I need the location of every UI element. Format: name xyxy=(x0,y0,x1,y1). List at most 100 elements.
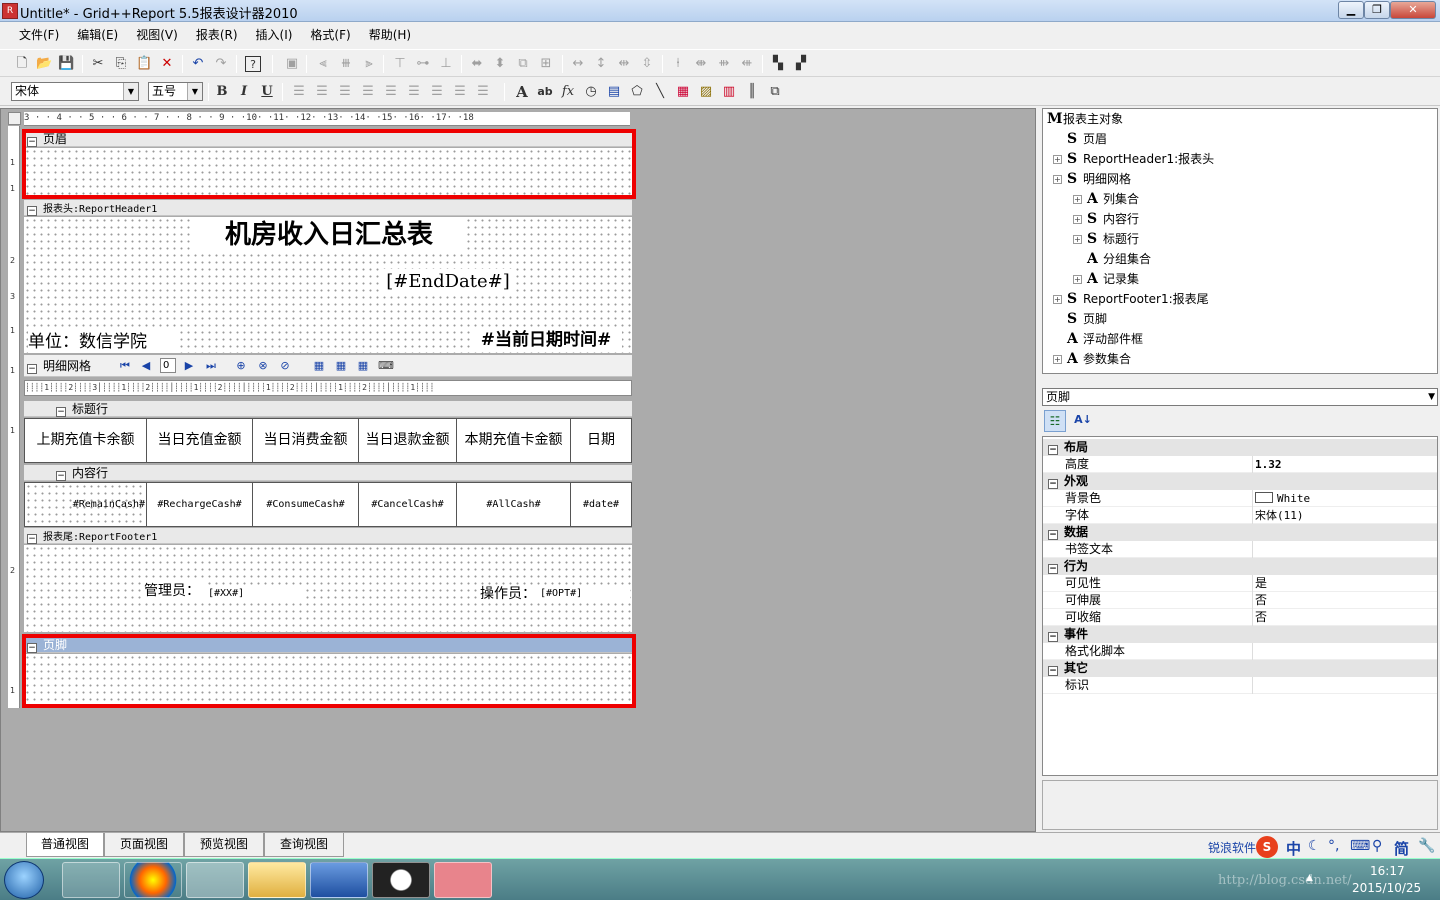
tab-query-view[interactable]: 查询视图 xyxy=(264,833,344,857)
line-icon[interactable]: ╲ xyxy=(652,84,668,100)
expand-icon[interactable]: + xyxy=(1053,355,1062,364)
grid-tool-6-icon[interactable]: ▦ xyxy=(356,359,370,373)
report-footer-band[interactable]: 管理员： [#XX#] 操作员： [#OPT#] xyxy=(24,545,632,632)
property-value[interactable]: 宋体(11) xyxy=(1252,507,1437,524)
menu-help[interactable]: 帮助(H) xyxy=(360,23,420,47)
collapse-icon[interactable]: − xyxy=(1048,530,1058,540)
keyboard-icon[interactable]: ⌨ xyxy=(1350,838,1370,854)
title-row-band-title[interactable]: − 标题行 xyxy=(24,401,632,417)
sort-az-icon[interactable]: A↓ xyxy=(1072,410,1094,432)
report-footer-band-title[interactable]: − 报表尾:ReportFooter1 xyxy=(24,528,632,544)
picture-icon[interactable]: ▨ xyxy=(698,84,714,100)
tab-page-view[interactable]: 页面视图 xyxy=(104,833,184,857)
expand-icon[interactable]: + xyxy=(1073,275,1082,284)
expand-icon[interactable]: + xyxy=(1073,195,1082,204)
send-to-back-icon[interactable]: ▞ xyxy=(793,56,809,72)
cell-all-cash[interactable]: #AllCash# xyxy=(457,483,571,526)
text-justify-icon[interactable]: ☰ xyxy=(429,84,445,100)
report-header-band-title[interactable]: − 报表头:ReportHeader1 xyxy=(24,200,632,216)
tab-preview-view[interactable]: 预览视图 xyxy=(184,833,264,857)
menu-format[interactable]: 格式(F) xyxy=(301,23,359,47)
property-row[interactable]: 格式化脚本 xyxy=(1043,643,1437,660)
operator-field[interactable]: [#OPT#] xyxy=(540,585,630,603)
property-category[interactable]: − 行为 xyxy=(1043,558,1437,575)
property-row[interactable]: 可伸展 否 xyxy=(1043,592,1437,609)
font-size-select[interactable]: 五号 ▼ xyxy=(148,82,203,101)
property-value[interactable]: 1.32 xyxy=(1252,456,1437,473)
task-word-icon[interactable] xyxy=(310,862,368,898)
cell-recharge-cash[interactable]: #RechargeCash# xyxy=(147,483,253,526)
center-h-icon[interactable]: ⍿ xyxy=(670,56,686,72)
report-header-band[interactable]: 机房收入日汇总表 [#EndDate#] 单位：数信学院 #当前日期时间# xyxy=(24,217,632,353)
content-row-band-title[interactable]: − 内容行 xyxy=(24,465,632,481)
grid-tool-2-icon[interactable]: ⊗ xyxy=(256,359,270,373)
new-file-icon[interactable]: 🗋 xyxy=(14,56,30,72)
property-value[interactable]: 是 xyxy=(1252,575,1437,592)
task-picasa-icon[interactable] xyxy=(124,862,182,898)
page-number-input[interactable]: 0 xyxy=(160,358,176,373)
bold-button[interactable]: B xyxy=(214,84,230,100)
align-left-icon[interactable]: ⫷ xyxy=(315,56,331,72)
first-page-icon[interactable]: ⏮ xyxy=(118,359,132,373)
italic-button[interactable]: I xyxy=(236,84,252,100)
operator-label[interactable]: 操作员： xyxy=(480,585,540,603)
tree-item[interactable]: + S 明细网格 xyxy=(1053,172,1131,186)
categorized-view-icon[interactable]: ☷ xyxy=(1044,410,1066,432)
same-width-icon[interactable]: ⬌ xyxy=(469,56,485,72)
object-select[interactable]: 页脚 ▼ xyxy=(1042,388,1438,406)
property-row[interactable]: 可见性 是 xyxy=(1043,575,1437,592)
column-header-2[interactable]: 当日充值金额 xyxy=(147,419,253,462)
page-footer-band-title[interactable]: − 页脚 xyxy=(24,637,632,653)
minimize-button[interactable]: ▁ xyxy=(1338,1,1364,19)
cell-consume-cash[interactable]: #ConsumeCash# xyxy=(253,483,359,526)
tree-item[interactable]: + S 内容行 xyxy=(1073,212,1139,226)
task-report-icon[interactable] xyxy=(186,862,244,898)
property-category[interactable]: − 数据 xyxy=(1043,524,1437,541)
align-bottom-icon[interactable]: ⊥ xyxy=(438,56,454,72)
ime-mode[interactable]: 中 xyxy=(1286,838,1301,859)
page-header-band-title[interactable]: − 页眉 xyxy=(24,131,632,147)
cut-icon[interactable]: ✂ xyxy=(90,56,106,72)
collapse-icon[interactable]: − xyxy=(1048,445,1058,455)
h-equal-icon[interactable]: ⇹ xyxy=(616,56,632,72)
v-equal-icon[interactable]: ⇳ xyxy=(639,56,655,72)
center-both-icon[interactable]: ⇻ xyxy=(716,56,732,72)
underline-button[interactable]: U xyxy=(259,84,275,100)
center-v-icon[interactable]: ⇼ xyxy=(693,56,709,72)
search-icon[interactable]: ⚲ xyxy=(1372,838,1382,854)
collapse-icon[interactable]: − xyxy=(1048,666,1058,676)
text-align-center-icon[interactable]: ☰ xyxy=(314,84,330,100)
text-valign-top-icon[interactable]: ☰ xyxy=(360,84,376,100)
unit-label[interactable]: 单位：数信学院 xyxy=(28,331,178,353)
clock-date[interactable]: 2015/10/25 xyxy=(1352,881,1421,895)
column-header-4[interactable]: 当日退款金额 xyxy=(359,419,457,462)
paste-icon[interactable]: 📋 xyxy=(136,56,152,72)
menu-insert[interactable]: 插入(I) xyxy=(247,23,302,47)
tree-item[interactable]: + A 参数集合 xyxy=(1053,352,1131,366)
align-top-icon[interactable]: ⊤ xyxy=(392,56,408,72)
content-row[interactable]: #RemainCash# #RechargeCash# #ConsumeCash… xyxy=(24,482,632,527)
task-clock-icon[interactable] xyxy=(372,862,430,898)
grid-tool-1-icon[interactable]: ⊕ xyxy=(234,359,248,373)
column-header-5[interactable]: 本期充值卡金额 xyxy=(457,419,571,462)
save-icon[interactable]: 💾 xyxy=(58,56,74,72)
property-value[interactable]: White xyxy=(1252,490,1437,507)
align-center-icon[interactable]: ⧻ xyxy=(338,56,354,72)
title-row[interactable]: 上期充值卡余额 当日充值金额 当日消费金额 当日退款金额 本期充值卡金额 日期 xyxy=(24,418,632,463)
free-grid-icon[interactable]: ⧉ xyxy=(767,84,783,100)
property-row[interactable]: 高度 1.32 xyxy=(1043,456,1437,473)
task-app-icon[interactable] xyxy=(434,862,492,898)
punct-icon[interactable]: °, xyxy=(1328,838,1339,854)
property-row[interactable]: 可收缩 否 xyxy=(1043,609,1437,626)
moon-icon[interactable]: ☾ xyxy=(1308,838,1321,854)
align-right-icon[interactable]: ⫸ xyxy=(361,56,377,72)
barcode-icon[interactable]: ║ xyxy=(744,84,760,100)
column-header-3[interactable]: 当日消费金额 xyxy=(253,419,359,462)
bring-to-front-icon[interactable]: ▚ xyxy=(770,56,786,72)
cell-remain-cash[interactable]: #RemainCash# xyxy=(25,483,147,526)
maximize-button[interactable]: ❐ xyxy=(1364,1,1390,19)
menu-file[interactable]: 文件(F) xyxy=(10,23,68,47)
menu-view[interactable]: 视图(V) xyxy=(127,23,187,47)
report-title-box[interactable]: 机房收入日汇总表 xyxy=(194,217,464,251)
clock-time[interactable]: 16:17 xyxy=(1370,864,1405,878)
